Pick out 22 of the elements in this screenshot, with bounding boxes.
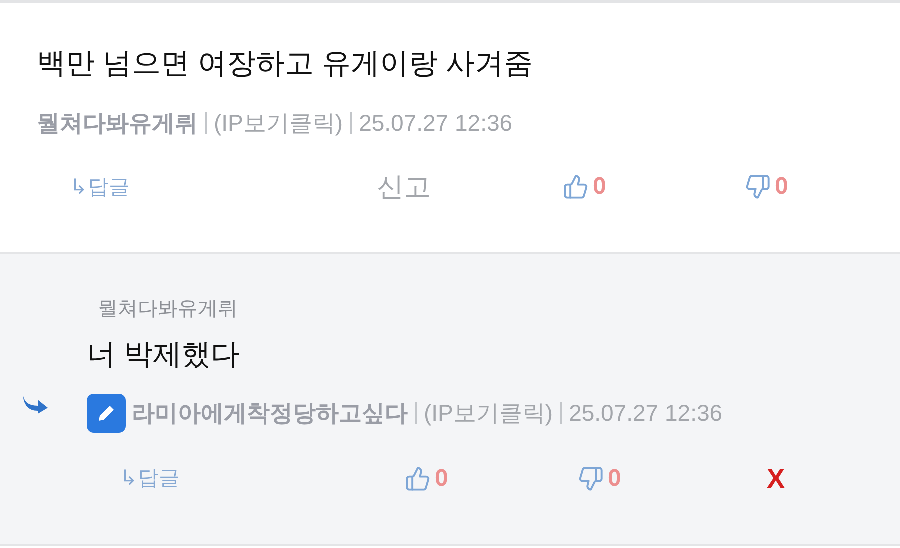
thumbs-up-icon xyxy=(405,466,431,492)
report-link[interactable]: 신고 xyxy=(377,167,431,208)
ip-link[interactable]: (IP보기클릭) xyxy=(424,396,554,430)
author-name[interactable]: 뭘쳐다봐유게뤼 xyxy=(37,106,198,140)
reply-link[interactable]: ↳답글 xyxy=(120,463,180,494)
thumbs-up-icon xyxy=(563,174,589,200)
comment-date: 25.07.27 12:36 xyxy=(359,108,513,138)
reply-text: 너 박제했다 xyxy=(87,338,242,373)
thumbs-down-icon xyxy=(578,466,604,492)
dislike-button[interactable]: 0 xyxy=(578,460,622,497)
thumbs-down-icon xyxy=(745,174,771,200)
comment-date: 25.07.27 12:36 xyxy=(569,398,723,428)
comment-text: 백만 넘으면 여장하고 유게이랑 사겨줌 xyxy=(37,47,534,82)
ip-link[interactable]: (IP보기클릭) xyxy=(214,106,344,140)
like-button[interactable]: 0 xyxy=(563,169,606,206)
like-button[interactable]: 0 xyxy=(405,460,448,497)
dislike-button[interactable]: 0 xyxy=(745,169,788,206)
pencil-icon xyxy=(87,394,126,432)
reply-link[interactable]: ↳답글 xyxy=(70,172,130,203)
delete-button[interactable]: X xyxy=(767,458,786,499)
author-name[interactable]: 라미아에게착정당하고싶다 xyxy=(132,396,408,430)
quoted-author: 뭘쳐다봐유게뤼 xyxy=(97,297,239,322)
